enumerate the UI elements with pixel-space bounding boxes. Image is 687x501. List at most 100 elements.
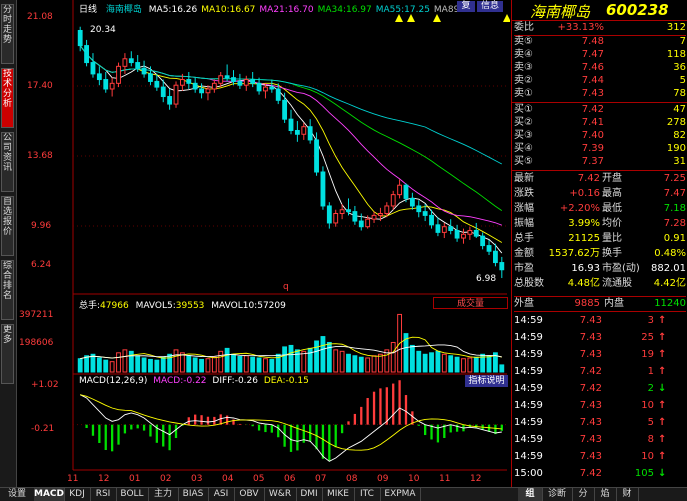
candle-body <box>352 211 358 222</box>
candle-body <box>282 99 288 120</box>
buy-order-row: 买① 7.42 47 <box>514 104 686 116</box>
candle-body <box>199 88 204 94</box>
candle-body <box>486 245 492 252</box>
tick-volume: 105 <box>634 468 654 479</box>
volume-bar <box>301 350 307 373</box>
bottom-tab-18[interactable]: 财 <box>616 488 639 501</box>
kline-chart-area[interactable]: 日线 海南椰岛 MA5:16.26 MA10:16.67 MA21:16.70 MA3… <box>17 0 511 487</box>
volume-bar <box>199 358 204 373</box>
indicator-guide-button[interactable]: 指标说明 <box>465 375 508 387</box>
bottom-tab-2[interactable]: KDJ <box>64 488 91 501</box>
arrow-down-icon: ↓ <box>658 468 667 479</box>
tick-volume: 3 <box>647 315 654 326</box>
stat-label: 开盘 <box>602 173 622 184</box>
sidebar-tab-technical[interactable]: 技术分析 <box>1 68 14 128</box>
sidebar-tab-company[interactable]: 公司资讯 <box>1 132 14 192</box>
volume-bar <box>409 344 415 373</box>
sell-order-row: 卖① 7.43 78 <box>514 88 686 100</box>
volume-bar <box>77 358 83 373</box>
stat-label: 金额 <box>514 248 534 259</box>
candle-body <box>473 229 479 237</box>
bottom-tab-15[interactable]: 诊断 <box>542 488 573 501</box>
bottom-tab-1[interactable]: MACD <box>34 488 65 501</box>
volume-bar <box>365 357 371 373</box>
candle-body <box>116 65 121 84</box>
bottom-tab-11[interactable]: MIKE <box>322 488 355 501</box>
candle-body <box>454 229 460 239</box>
tick-price: 7.42 <box>579 468 602 479</box>
sidebar-tab-more[interactable]: 更多 <box>1 324 14 384</box>
order-volume: 31 <box>673 156 686 167</box>
volume-bar <box>263 358 268 373</box>
volume-bar <box>109 361 115 373</box>
stat-row: 市盈 16.93 市盈(动) 882.01 <box>514 262 686 276</box>
volume-bar <box>448 355 454 373</box>
tick-row: 14:59 7.43 5 ↑ <box>514 415 686 430</box>
bottom-tab-3[interactable]: RSI <box>90 488 117 501</box>
stat-label: 均价 <box>602 218 622 229</box>
stat-label: 市盈 <box>514 263 534 274</box>
bottom-tab-8[interactable]: OBV <box>234 488 265 501</box>
order-volume: 36 <box>673 62 686 73</box>
candle-body <box>493 250 498 264</box>
bottom-tab-9[interactable]: W&R <box>264 488 297 501</box>
volume-ylabel: 397211 <box>19 310 54 320</box>
order-label: 买② <box>514 117 533 128</box>
volume-bar <box>128 350 134 373</box>
tick-time: 14:59 <box>514 400 543 411</box>
sidebar-tab-watchlist[interactable]: 自选报价 <box>1 196 14 256</box>
candle-body <box>263 86 268 92</box>
tick-volume: 19 <box>641 349 654 360</box>
alert-triangle-icon <box>407 14 415 22</box>
ma-value: MA34:16.97 <box>317 5 372 15</box>
left-sidebar: 分时走势 技术分析 公司资讯 自选报价 综合排名 更多 <box>0 0 17 500</box>
sidebar-tab-ranking[interactable]: 综合排名 <box>1 260 14 320</box>
volume-bar <box>499 364 505 373</box>
period-label: 日线 <box>79 5 98 15</box>
bottom-tab-7[interactable]: ASI <box>208 488 235 501</box>
candle-body <box>499 262 505 271</box>
ma-value: MA5:16.26 <box>148 5 198 15</box>
order-volume: 190 <box>666 143 686 154</box>
bottom-tab-16[interactable]: 分 <box>572 488 595 501</box>
bottom-tab-4[interactable]: BOLL <box>116 488 149 501</box>
weibi-row: 委比 +33.13% 312 <box>514 22 686 36</box>
stat-value: 0.48% <box>654 248 686 259</box>
stat-value: 0.91 <box>663 233 686 244</box>
x-axis-label: 12 <box>98 474 110 484</box>
stat-label: 流通股 <box>602 278 632 289</box>
x-axis-label: 04 <box>222 474 234 484</box>
candle-body <box>186 79 192 84</box>
stat-label: 涨幅 <box>514 203 534 214</box>
order-volume: 118 <box>666 49 686 60</box>
order-label: 卖④ <box>514 49 533 60</box>
tick-time: 14:59 <box>514 417 543 428</box>
info-button[interactable]: 信息 <box>477 1 503 12</box>
order-price: 7.44 <box>581 75 604 86</box>
volume-bar <box>167 353 173 373</box>
order-price: 7.39 <box>581 143 604 154</box>
bottom-tab-13[interactable]: EXPMA <box>380 488 421 501</box>
stat-value: 7.42 <box>577 173 600 184</box>
fuquan-button[interactable]: 复 <box>457 1 475 12</box>
tick-time: 14:59 <box>514 332 543 343</box>
x-axis-label: 05 <box>253 474 265 484</box>
sidebar-tab-timeshare[interactable]: 分时走势 <box>1 4 14 64</box>
bottom-tab-10[interactable]: DMI <box>296 488 323 501</box>
volume-indicator-dropdown[interactable]: 成交量 <box>433 297 508 309</box>
ma-value: MA21:16.70 <box>259 5 314 15</box>
buy-order-row: 买② 7.41 278 <box>514 117 686 129</box>
volume-bar <box>326 341 332 373</box>
bottom-tab-0[interactable]: 设置 <box>0 488 35 501</box>
bottom-tab-17[interactable]: 焰 <box>594 488 617 501</box>
bottom-tab-14[interactable]: 组 <box>518 488 543 501</box>
arrow-up-icon: ↑ <box>658 451 667 462</box>
candle-body <box>135 62 141 69</box>
ma5-line <box>79 45 503 254</box>
stat-value: 4.42亿 <box>653 278 686 289</box>
bottom-tab-6[interactable]: BIAS <box>178 488 209 501</box>
bottom-tab-5[interactable]: 主力 <box>148 488 179 501</box>
candle-body <box>461 233 466 239</box>
candle-body <box>339 209 345 215</box>
bottom-tab-12[interactable]: ITC <box>354 488 381 501</box>
